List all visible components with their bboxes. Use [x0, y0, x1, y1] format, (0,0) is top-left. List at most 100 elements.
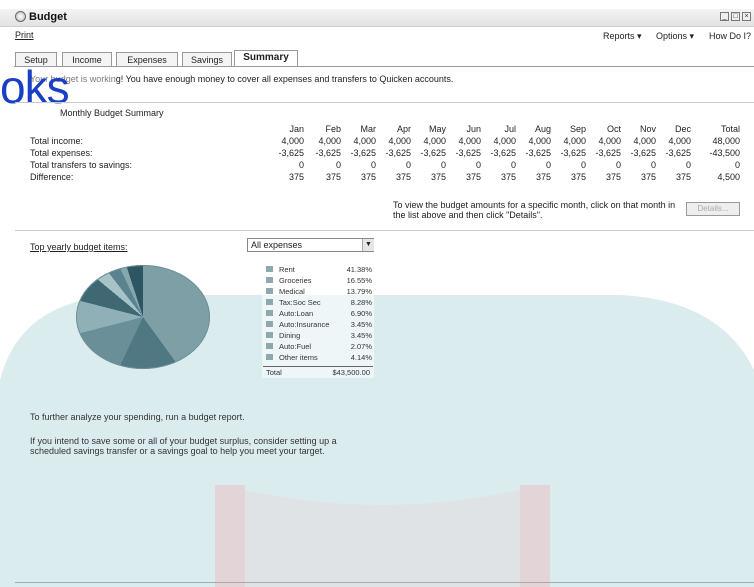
- summary-cell[interactable]: 4,000: [511, 136, 551, 146]
- legend-swatch: [266, 332, 273, 338]
- month-header[interactable]: Total: [700, 124, 740, 134]
- summary-cell[interactable]: -3,625: [336, 148, 376, 158]
- month-header[interactable]: May: [406, 124, 446, 134]
- legend-swatch: [266, 288, 273, 294]
- summary-cell[interactable]: 4,000: [336, 136, 376, 146]
- summary-cell[interactable]: 0: [301, 160, 341, 170]
- summary-cell[interactable]: 4,000: [441, 136, 481, 146]
- month-header[interactable]: Aug: [511, 124, 551, 134]
- month-header[interactable]: Sep: [546, 124, 586, 134]
- summary-cell[interactable]: 0: [700, 160, 740, 170]
- options-menu[interactable]: Options ▾: [656, 31, 694, 42]
- legend-item: Auto:Loan 6.90%: [262, 309, 372, 318]
- close-icon[interactable]: ×: [742, 12, 751, 21]
- chevron-down-icon[interactable]: ▼: [362, 239, 374, 251]
- expenses-pie-chart: [76, 265, 210, 369]
- month-header[interactable]: Mar: [336, 124, 377, 134]
- summary-cell[interactable]: 4,000: [301, 136, 341, 146]
- summary-row-label: Total transfers to savings:: [30, 160, 133, 170]
- legend-swatch: [266, 299, 273, 305]
- summary-cell[interactable]: -3,625: [581, 148, 621, 158]
- legend-item-name: Auto:Insurance: [279, 320, 330, 329]
- summary-cell[interactable]: -3,625: [511, 148, 551, 158]
- summary-cell[interactable]: 4,000: [581, 136, 621, 146]
- summary-cell[interactable]: 0: [511, 160, 551, 170]
- summary-cell[interactable]: 0: [336, 160, 376, 170]
- summary-cell[interactable]: 0: [406, 160, 446, 170]
- summary-cell[interactable]: 4,000: [616, 136, 656, 146]
- tab-underline: [14, 66, 754, 67]
- summary-cell[interactable]: 375: [476, 172, 516, 182]
- summary-cell[interactable]: -3,625: [476, 148, 516, 158]
- summary-cell[interactable]: -3,625: [546, 148, 586, 158]
- summary-cell[interactable]: 0: [616, 160, 656, 170]
- summary-cell[interactable]: 375: [336, 172, 376, 182]
- summary-cell[interactable]: 375: [441, 172, 481, 182]
- summary-cell[interactable]: 0: [371, 160, 411, 170]
- summary-cell[interactable]: 4,000: [476, 136, 516, 146]
- summary-cell[interactable]: 0: [581, 160, 621, 170]
- tab-income[interactable]: Income: [62, 52, 112, 66]
- month-header[interactable]: Feb: [301, 124, 341, 134]
- summary-cell[interactable]: 0: [441, 160, 481, 170]
- tab-savings[interactable]: Savings: [182, 52, 232, 66]
- summary-cell[interactable]: 375: [406, 172, 446, 182]
- legend-item-percent: 16.55%: [346, 276, 372, 285]
- legend-item-name: Other items: [279, 353, 318, 362]
- summary-cell[interactable]: -3,625: [371, 148, 411, 158]
- summary-cell[interactable]: 4,000: [264, 136, 304, 146]
- summary-cell[interactable]: 375: [616, 172, 656, 182]
- legend-item-percent: 2.07%: [350, 342, 372, 351]
- legend-item-name: Dining: [279, 331, 301, 340]
- expense-filter-value: All expenses: [251, 240, 303, 250]
- top-items-label: Top yearly budget items:: [30, 242, 128, 252]
- month-header[interactable]: Oct: [581, 124, 621, 134]
- legend-item: Auto:Insurance 3.45%: [262, 320, 372, 329]
- summary-cell[interactable]: 375: [301, 172, 341, 182]
- legend-total-value: $43,500.00: [332, 368, 370, 377]
- summary-cell[interactable]: 375: [581, 172, 621, 182]
- summary-cell[interactable]: -3,625: [651, 148, 691, 158]
- summary-cell[interactable]: 48,000: [700, 136, 740, 146]
- budget-window: Budget _ □ × Print Reports ▾ Options ▾ H…: [0, 0, 754, 587]
- summary-cell[interactable]: 375: [511, 172, 551, 182]
- month-header[interactable]: Nov: [616, 124, 656, 134]
- print-menu[interactable]: Print: [15, 30, 34, 40]
- month-header[interactable]: Apr: [371, 124, 411, 134]
- reports-menu[interactable]: Reports ▾: [603, 31, 642, 42]
- frame-bottom: [15, 582, 754, 583]
- summary-cell[interactable]: 4,000: [371, 136, 411, 146]
- summary-cell[interactable]: 0: [476, 160, 516, 170]
- tab-expenses[interactable]: Expenses: [116, 52, 178, 66]
- summary-cell[interactable]: 375: [651, 172, 691, 182]
- month-header[interactable]: Jun: [441, 124, 481, 134]
- details-button[interactable]: Details...: [686, 202, 740, 216]
- summary-cell[interactable]: 0: [546, 160, 586, 170]
- legend-total-row: Total $43,500.00: [262, 368, 372, 377]
- summary-cell[interactable]: 0: [651, 160, 691, 170]
- summary-cell[interactable]: 0: [264, 160, 304, 170]
- summary-cell[interactable]: 4,000: [546, 136, 586, 146]
- legend-item: Rent 41.38%: [262, 265, 372, 274]
- summary-cell[interactable]: -3,625: [616, 148, 656, 158]
- month-header[interactable]: Dec: [651, 124, 691, 134]
- summary-cell[interactable]: 375: [371, 172, 411, 182]
- month-header[interactable]: Jan: [264, 124, 304, 134]
- legend-item-percent: 6.90%: [350, 309, 372, 318]
- maximize-icon[interactable]: □: [731, 12, 740, 21]
- month-header[interactable]: Jul: [476, 124, 516, 134]
- minimize-icon[interactable]: _: [720, 12, 729, 21]
- summary-cell[interactable]: -3,625: [301, 148, 341, 158]
- legend-item: Dining 3.45%: [262, 331, 372, 340]
- summary-cell[interactable]: -3,625: [264, 148, 304, 158]
- summary-cell[interactable]: 375: [546, 172, 586, 182]
- how-do-i-menu[interactable]: How Do I?: [709, 31, 751, 41]
- summary-cell[interactable]: -3,625: [441, 148, 481, 158]
- summary-cell[interactable]: -43,500: [700, 148, 740, 158]
- summary-cell[interactable]: 4,000: [406, 136, 446, 146]
- summary-cell[interactable]: 375: [264, 172, 304, 182]
- summary-cell[interactable]: 4,000: [651, 136, 691, 146]
- tab-summary[interactable]: Summary: [234, 50, 298, 67]
- summary-cell[interactable]: 4,500: [700, 172, 740, 182]
- summary-cell[interactable]: -3,625: [406, 148, 446, 158]
